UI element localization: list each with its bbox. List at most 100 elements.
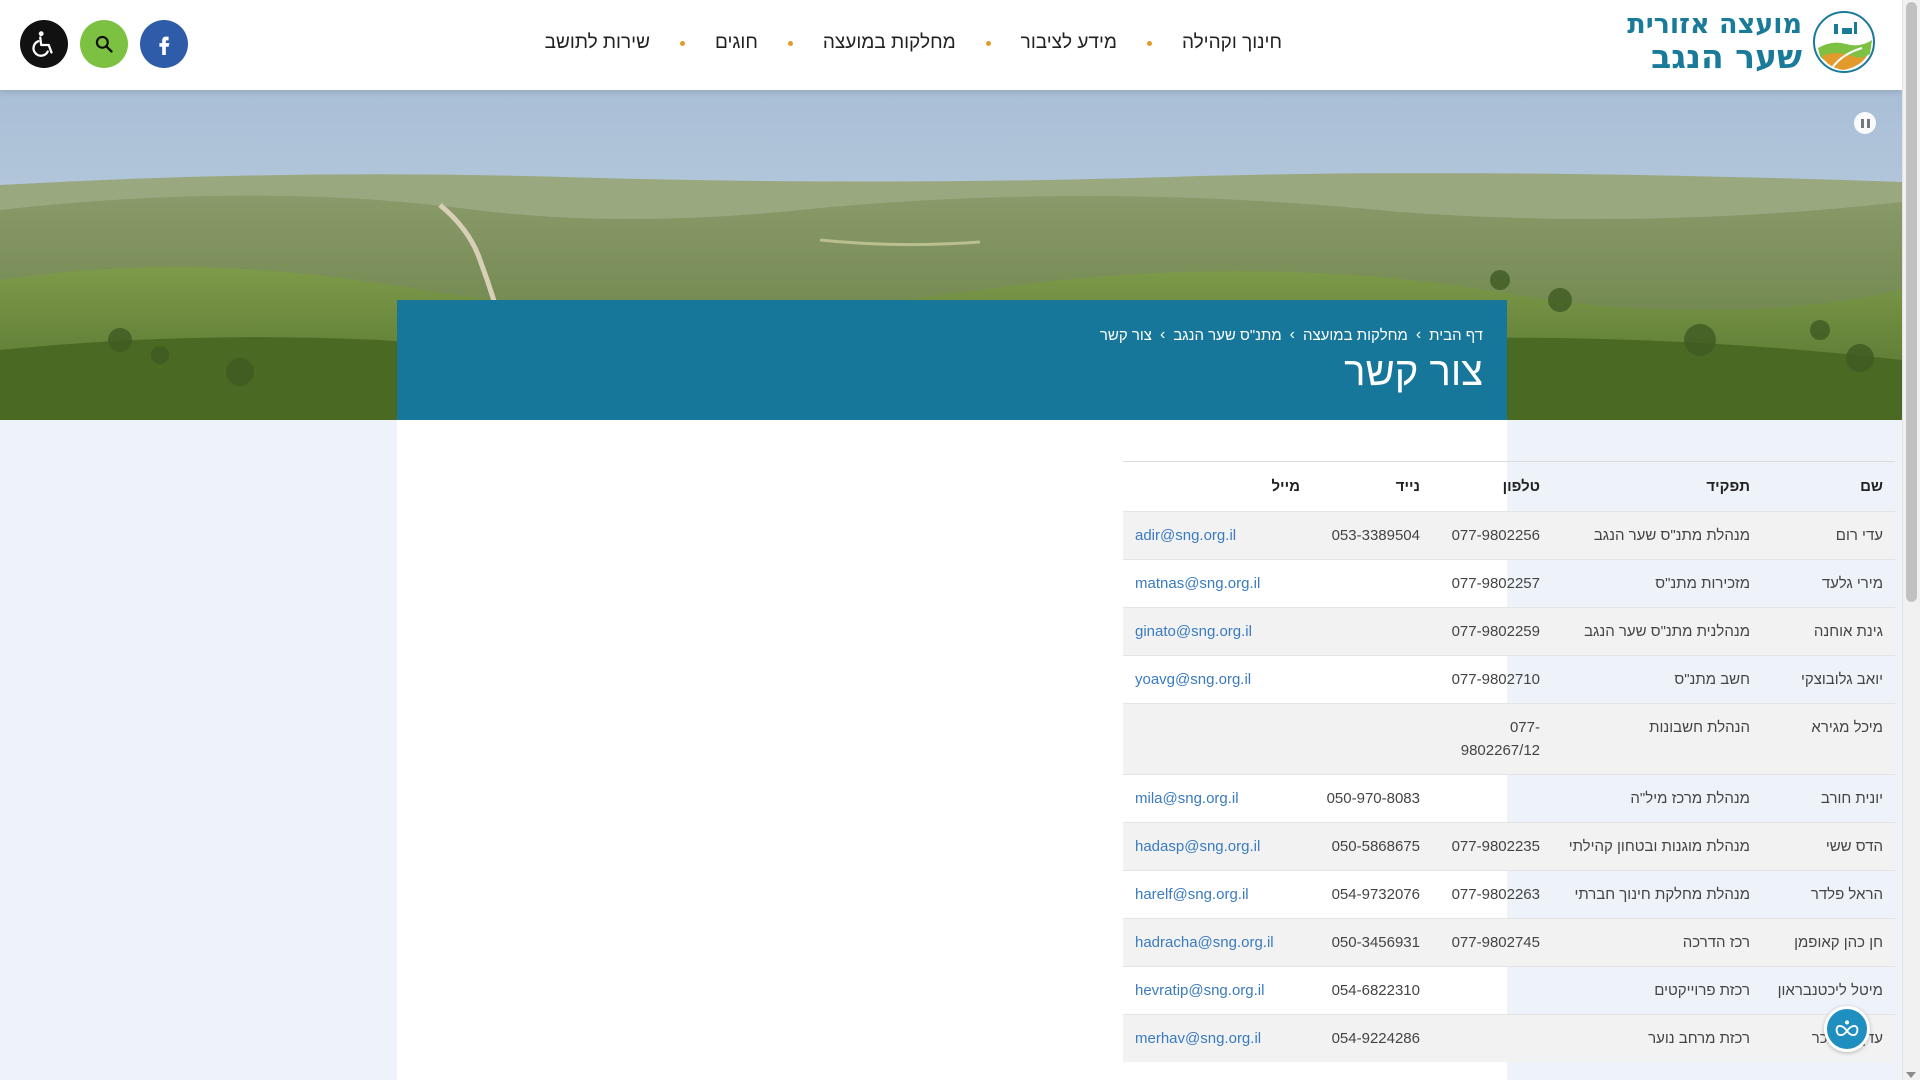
cell-email[interactable]: hevratip@sng.org.il: [1123, 966, 1312, 1015]
pause-icon: [1866, 118, 1870, 128]
nav-item-classes[interactable]: חוגים: [685, 32, 788, 54]
scroll-down-arrow-icon[interactable]: [1906, 1072, 1916, 1078]
nav-item-resident-services[interactable]: שירות לתושב: [515, 32, 680, 54]
cell-email[interactable]: merhav@sng.org.il: [1123, 1014, 1312, 1062]
pause-icon-bar: [1860, 118, 1864, 128]
cell-mobile: 050-3456931: [1312, 918, 1432, 967]
table-row: הראל פלדר מנהלת מחלקת חינוך חברתי 077-9802…: [1123, 870, 1895, 919]
cell-role: מזכירות מתנ"ס: [1552, 559, 1762, 608]
nav-item-education[interactable]: חינוך וקהילה: [1152, 32, 1312, 54]
cell-mobile: 050-970-8083: [1312, 774, 1432, 823]
cell-phone: 077-9802256: [1432, 511, 1552, 560]
cell-role: מנהלת מוגנות ובטחון קהילתי: [1552, 822, 1762, 871]
search-button[interactable]: [80, 20, 128, 68]
cell-name: חן כהן קאופמן: [1762, 918, 1895, 967]
cell-phone: 077-9802263: [1432, 870, 1552, 919]
cell-email[interactable]: matnas@sng.org.il: [1123, 559, 1312, 608]
cell-phone: [1432, 1014, 1552, 1062]
cell-role: רכזת פרוייקטים: [1552, 966, 1762, 1015]
nav-item-public-info[interactable]: מידע לציבור: [991, 32, 1147, 54]
cell-phone: 077-9802710: [1432, 655, 1552, 704]
logo-icon: [1813, 11, 1875, 73]
table-row: עדן ראובכררכזת מרחב נוער054-9224286merha…: [1123, 1014, 1895, 1062]
facebook-button[interactable]: [140, 20, 188, 68]
accessibility-button[interactable]: [20, 20, 68, 68]
page-scrollbar[interactable]: [1902, 0, 1920, 1080]
cell-phone: 077-9802745: [1432, 918, 1552, 967]
chevron-left-icon: ›: [1415, 326, 1422, 343]
cell-name: יואב גלובוצקי: [1762, 655, 1895, 704]
logo-line2: שער הנגב: [1651, 37, 1802, 76]
table-row: יואב גלובוצקי חשב מתנ"ס 077-9802710 yoavg@s…: [1123, 655, 1895, 704]
cell-role: מנהלנית מתנ"ס שער הנגב: [1552, 607, 1762, 656]
table-row: חן כהן קאופמן רכז הדרכה 077-9802745 050-345…: [1123, 918, 1895, 967]
cell-email[interactable]: hadasp@sng.org.il: [1123, 822, 1312, 871]
cell-mobile: [1312, 703, 1432, 775]
cell-name: עדי רום: [1762, 511, 1895, 560]
table-row: גינת אוחנה מנהלנית מתנ"ס שער הנגב 077-9802…: [1123, 607, 1895, 656]
header-name: שם: [1762, 461, 1895, 512]
breadcrumb-home[interactable]: דף הבית: [1429, 327, 1483, 344]
cell-role: מנהלת מרכז מיל"ה: [1552, 774, 1762, 823]
breadcrumb-current: צור קשר: [1099, 326, 1152, 344]
chevron-left-icon: ›: [1289, 326, 1295, 343]
main-nav: חינוך וקהילה מידע לציבור מחלקות במועצה ח…: [515, 0, 1312, 86]
cell-role: הנהלת חשבונות: [1552, 703, 1762, 775]
cell-mobile: 050-5868675: [1312, 822, 1432, 871]
cell-email[interactable]: harelf@sng.org.il: [1123, 870, 1312, 919]
cell-email[interactable]: yoavg@sng.org.il: [1123, 655, 1312, 704]
cell-email[interactable]: mila@sng.org.il: [1123, 774, 1312, 823]
page-title: צור קשר: [1344, 350, 1483, 394]
cell-phone: 077-9802259: [1432, 607, 1552, 656]
cell-mobile: [1312, 559, 1432, 608]
header-phone: טלפון: [1432, 461, 1552, 512]
table-row: מיכל מגירא הנהלת חשבונות 077-9802267/12: [1123, 703, 1895, 775]
header-email: מייל: [1123, 461, 1312, 512]
facebook-icon: [159, 36, 170, 55]
cell-mobile: 054-9732076: [1312, 870, 1432, 919]
site-header: מועצה אזורית שער הנגב חינוך וקהילה מידע …: [0, 0, 1902, 90]
table-row: מיטל ליכטנבראון רכזת פרוייקטים 054-6822310…: [1123, 966, 1895, 1015]
breadcrumb-departments[interactable]: מחלקות במועצה: [1303, 327, 1408, 344]
floating-help-widget[interactable]: [1824, 1006, 1870, 1052]
cell-phone: 077-9802235: [1432, 822, 1552, 871]
cell-name: מיטל ליכטנבראון: [1762, 966, 1895, 1015]
logo-text: מועצה אזורית שער הנגב: [1627, 11, 1802, 73]
logo-line1: מועצה אזורית: [1627, 9, 1802, 40]
table-row: יונית חורב מנהלת מרכז מיל"ה 050-970-8083 mi…: [1123, 774, 1895, 823]
chevron-left-icon: ›: [1159, 326, 1166, 343]
table-body: עדי רום מנהלת מתנ"ס שער הנגב 077-9802256 05…: [1123, 511, 1895, 1062]
cell-mobile: 053-3389504: [1312, 511, 1432, 560]
cell-name: הראל פלדר: [1762, 870, 1895, 919]
scrollbar-thumb[interactable]: [1906, 2, 1917, 602]
cell-email[interactable]: adir@sng.org.il: [1123, 511, 1312, 560]
page-title-block: דף הבית › מחלקות במועצה › מתנ"ס שער הנגב…: [397, 300, 1507, 420]
slider-pause-button[interactable]: [1854, 112, 1876, 134]
contacts-table: שם תפקיד טלפון נייד מייל עדי רום מנהלת מת…: [1123, 461, 1895, 1062]
site-logo[interactable]: מועצה אזורית שער הנגב: [1627, 10, 1876, 74]
cell-email[interactable]: hadracha@sng.org.il: [1123, 918, 1312, 967]
breadcrumb-community-center[interactable]: מתנ"ס שער הנגב: [1173, 327, 1281, 344]
cell-email[interactable]: ginato@sng.org.il: [1123, 607, 1312, 656]
cell-email: [1123, 703, 1312, 775]
search-icon: [95, 35, 113, 53]
cell-role: חשב מתנ"ס: [1552, 655, 1762, 704]
cell-phone: [1432, 966, 1552, 1015]
cell-mobile: 054-9224286: [1312, 1014, 1432, 1062]
cell-mobile: [1312, 607, 1432, 656]
cell-mobile: [1312, 655, 1432, 704]
header-role: תפקיד: [1552, 461, 1762, 512]
cell-name: מירי גלעד: [1762, 559, 1895, 608]
cell-role: מנהלת מחלקת חינוך חברתי: [1552, 870, 1762, 919]
header-mobile: נייד: [1312, 461, 1432, 512]
table-row: עדי רום מנהלת מתנ"ס שער הנגב 077-9802256 05…: [1123, 511, 1895, 560]
nav-item-departments[interactable]: מחלקות במועצה: [793, 32, 986, 54]
widget-icon: [1835, 1020, 1859, 1037]
cell-role: רכז הדרכה: [1552, 918, 1762, 967]
cell-name: גינת אוחנה: [1762, 607, 1895, 656]
accessibility-icon: [32, 31, 53, 57]
cell-name: יונית חורב: [1762, 774, 1895, 823]
cell-role: רכזת מרחב נוער: [1552, 1014, 1762, 1062]
nav-separator: [787, 40, 793, 46]
nav-separator: [985, 40, 991, 46]
